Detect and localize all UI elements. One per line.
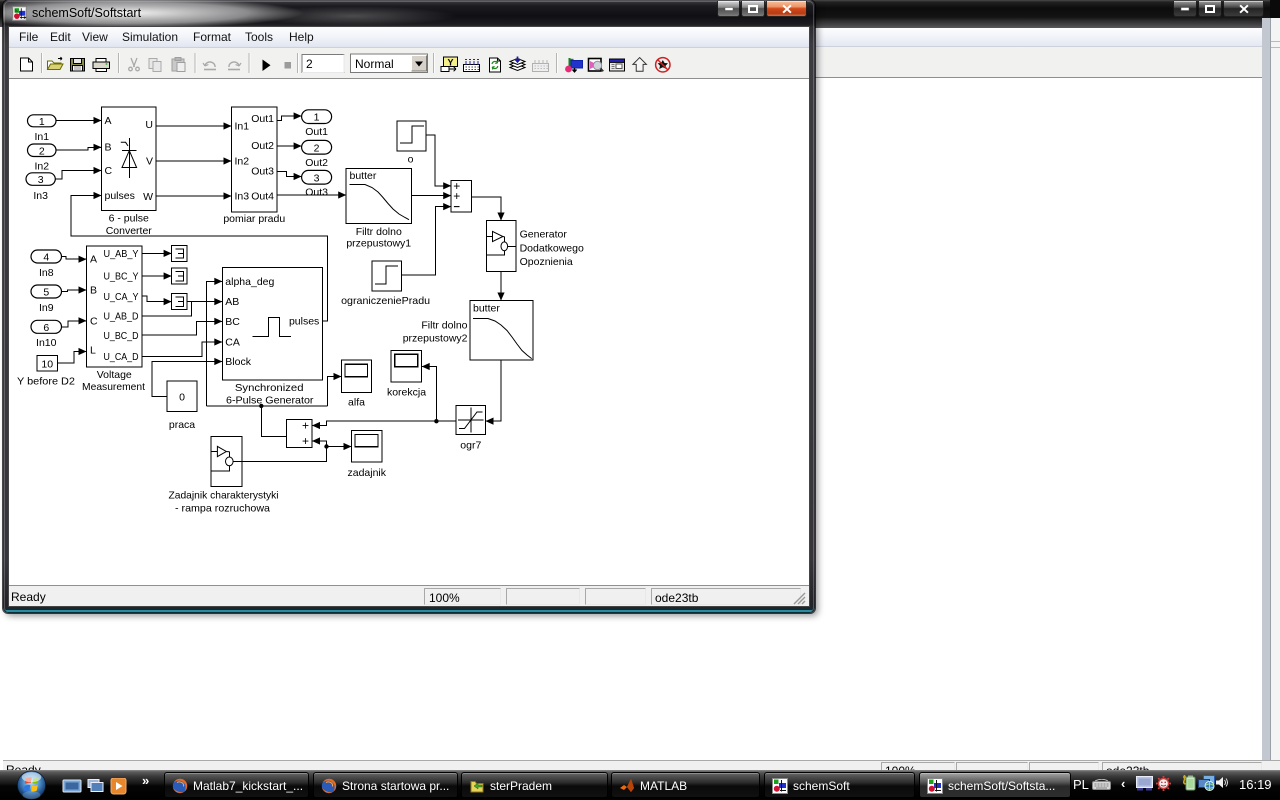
svg-text:pulses: pulses bbox=[105, 190, 135, 202]
svg-text:Generator: Generator bbox=[520, 229, 568, 241]
svg-text:In3: In3 bbox=[235, 191, 250, 203]
svg-text:Filtr dolno: Filtr dolno bbox=[421, 320, 467, 332]
svg-text:pulses: pulses bbox=[289, 316, 319, 328]
svg-text:W: W bbox=[143, 191, 153, 203]
svg-text:Zadajnik charakterystyki: Zadajnik charakterystyki bbox=[169, 490, 279, 502]
svg-text:2: 2 bbox=[39, 145, 45, 157]
svg-text:praca: praca bbox=[169, 419, 195, 431]
svg-text:0: 0 bbox=[179, 392, 185, 404]
svg-text:U_CA_D: U_CA_D bbox=[104, 351, 139, 363]
svg-text:butter: butter bbox=[350, 170, 377, 182]
svg-text:o: o bbox=[408, 154, 414, 166]
svg-text:AB: AB bbox=[225, 296, 239, 308]
svg-text:pomiar pradu: pomiar pradu bbox=[223, 213, 285, 225]
svg-text:Out3: Out3 bbox=[305, 187, 328, 199]
svg-text:+: + bbox=[453, 189, 460, 203]
svg-text:6-Pulse Generator: 6-Pulse Generator bbox=[226, 395, 314, 407]
svg-text:- rampa rozruchowa: - rampa rozruchowa bbox=[175, 503, 270, 515]
svg-text:V: V bbox=[146, 156, 153, 168]
svg-text:Out2: Out2 bbox=[251, 140, 274, 152]
svg-text:In2: In2 bbox=[235, 156, 250, 168]
svg-text:Normal: Normal bbox=[355, 57, 394, 71]
svg-text:2: 2 bbox=[314, 142, 320, 154]
svg-text:ograniczeniePradu: ograniczeniePradu bbox=[341, 295, 430, 307]
svg-text:In8: In8 bbox=[39, 267, 54, 279]
svg-text:2: 2 bbox=[306, 57, 313, 71]
svg-text:U_BC_Y: U_BC_Y bbox=[104, 271, 139, 283]
svg-text:ogr7: ogr7 bbox=[460, 440, 481, 452]
svg-text:In2: In2 bbox=[34, 161, 49, 173]
svg-text:U_BC_D: U_BC_D bbox=[104, 330, 139, 342]
svg-text:przepustowy2: przepustowy2 bbox=[403, 333, 468, 345]
svg-text:1: 1 bbox=[39, 116, 45, 128]
svg-text:U_AB_D: U_AB_D bbox=[104, 311, 139, 323]
svg-text:In3: In3 bbox=[33, 190, 48, 202]
svg-text:6 - pulse: 6 - pulse bbox=[109, 213, 149, 225]
svg-text:Block: Block bbox=[225, 356, 251, 368]
svg-text:Out1: Out1 bbox=[305, 126, 328, 138]
svg-text:4: 4 bbox=[43, 252, 49, 264]
svg-text:C: C bbox=[105, 165, 113, 177]
svg-text:+: + bbox=[302, 434, 309, 448]
svg-text:A: A bbox=[105, 115, 112, 127]
svg-text:Opoznienia: Opoznienia bbox=[520, 256, 573, 268]
svg-text:zadajnik: zadajnik bbox=[347, 467, 386, 479]
svg-text:alpha_deg: alpha_deg bbox=[225, 276, 274, 288]
svg-text:Out1: Out1 bbox=[251, 113, 274, 125]
svg-text:CA: CA bbox=[225, 337, 240, 349]
svg-text:3: 3 bbox=[314, 172, 320, 184]
svg-text:Measurement: Measurement bbox=[82, 381, 145, 393]
svg-text:+: + bbox=[302, 419, 309, 433]
svg-text:Voltage: Voltage bbox=[97, 369, 132, 381]
svg-text:Dodatkowego: Dodatkowego bbox=[520, 243, 584, 255]
svg-text:Y before D2: Y before D2 bbox=[17, 376, 75, 388]
svg-text:Converter: Converter bbox=[106, 225, 153, 237]
svg-text:6: 6 bbox=[43, 322, 49, 334]
svg-text:U_CA_Y: U_CA_Y bbox=[104, 291, 139, 303]
svg-text:In1: In1 bbox=[235, 121, 250, 133]
svg-text:U_AB_Y: U_AB_Y bbox=[104, 248, 139, 260]
svg-text:korekcja: korekcja bbox=[387, 387, 426, 399]
svg-text:BC: BC bbox=[225, 316, 240, 328]
svg-text:B: B bbox=[105, 142, 112, 154]
svg-text:B: B bbox=[90, 285, 97, 297]
svg-text:Out2: Out2 bbox=[305, 157, 328, 169]
svg-text:C: C bbox=[90, 315, 98, 327]
svg-text:L: L bbox=[90, 345, 96, 357]
svg-text:3: 3 bbox=[38, 174, 44, 186]
svg-text:przepustowy1: przepustowy1 bbox=[346, 238, 411, 250]
svg-text:A: A bbox=[90, 254, 97, 266]
svg-text:alfa: alfa bbox=[348, 397, 365, 409]
svg-text:Out3: Out3 bbox=[251, 166, 274, 178]
svg-text:1: 1 bbox=[314, 112, 320, 124]
svg-text:In10: In10 bbox=[36, 337, 57, 349]
svg-text:5: 5 bbox=[43, 287, 49, 299]
svg-text:In1: In1 bbox=[34, 131, 49, 143]
svg-text:Filtr dolno: Filtr dolno bbox=[356, 226, 402, 238]
svg-text:In9: In9 bbox=[39, 302, 54, 314]
svg-text:Synchronized: Synchronized bbox=[235, 382, 304, 394]
svg-text:10: 10 bbox=[41, 359, 53, 371]
svg-text:Out4: Out4 bbox=[251, 191, 274, 203]
svg-text:U: U bbox=[145, 119, 153, 131]
svg-text:butter: butter bbox=[473, 303, 500, 315]
